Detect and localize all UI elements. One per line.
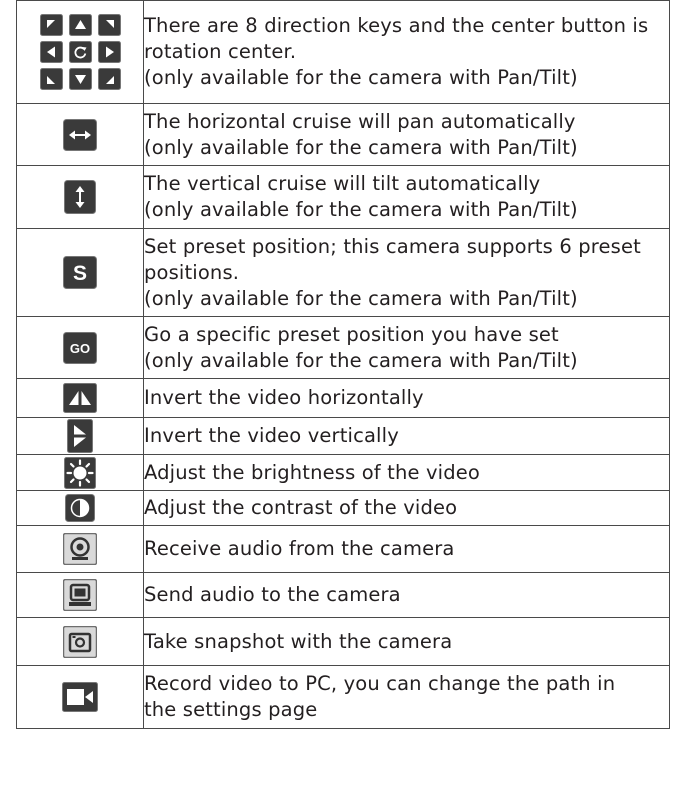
icon-cell <box>16 490 144 526</box>
description-line: rotation center. <box>144 40 297 63</box>
vertical-cruise-icon <box>64 180 96 214</box>
left-key-icon <box>39 41 63 63</box>
icon-cell: GO <box>16 316 144 379</box>
description-line: Adjust the brightness of the video <box>144 460 480 484</box>
description-cell: Invert the video vertically <box>143 417 670 455</box>
table-row: The horizontal cruise will pan automatic… <box>16 103 670 166</box>
description-cell: Receive audio from the camera <box>143 525 670 573</box>
table-row: Invert the video horizontally <box>16 378 670 418</box>
svg-text:GO: GO <box>70 341 90 356</box>
description-line: Send audio to the camera <box>144 583 401 606</box>
description-line: positions. <box>144 260 240 284</box>
description-cell: The vertical cruise will tilt automatica… <box>143 165 670 229</box>
flip-vertical-icon <box>67 419 93 453</box>
description-cell: Adjust the contrast of the video <box>143 490 670 526</box>
horizontal-cruise-icon <box>63 118 97 151</box>
icon-cell <box>16 417 144 455</box>
up-key-icon <box>68 14 92 36</box>
description-line: Record video to PC, you can change the p… <box>144 672 616 695</box>
description-line: Take snapshot with the camera <box>144 629 453 653</box>
icon-cell <box>16 617 144 666</box>
description-cell: Record video to PC, you can change the p… <box>143 665 670 729</box>
brightness-icon <box>64 456 96 489</box>
down-left-key-icon <box>39 68 63 90</box>
contrast-icon <box>65 494 95 522</box>
description-line: (only available for the camera with Pan/… <box>144 66 578 89</box>
description-line: (only available for the camera with Pan/… <box>144 348 578 372</box>
right-key-icon <box>97 41 121 63</box>
go-preset-icon: GO <box>63 331 97 364</box>
table-row: The vertical cruise will tilt automatica… <box>16 165 670 229</box>
dpad-icon <box>39 14 121 90</box>
description-cell: Go a specific preset position you have s… <box>143 316 670 379</box>
table-row: There are 8 direction keys and the cente… <box>16 0 670 104</box>
center-rotate-key-icon <box>68 41 92 63</box>
table-row: Receive audio from the camera <box>16 525 670 573</box>
description-cell: Send audio to the camera <box>143 572 670 618</box>
icon-cell <box>16 0 144 104</box>
icon-cell <box>16 103 144 166</box>
description-line: Go a specific preset position you have s… <box>144 322 559 346</box>
table-row: Record video to PC, you can change the p… <box>16 665 670 729</box>
icon-reference-table: There are 8 direction keys and the cente… <box>16 0 670 729</box>
up-left-key-icon <box>39 14 63 36</box>
description-line: Invert the video vertically <box>144 424 399 447</box>
table-row: Send audio to the camera <box>16 572 670 618</box>
set-preset-icon: S <box>63 256 97 289</box>
description-line: (only available for the camera with Pan/… <box>144 286 578 310</box>
snapshot-icon <box>63 625 97 658</box>
description-cell: Invert the video horizontally <box>143 378 670 418</box>
description-cell: Take snapshot with the camera <box>143 617 670 666</box>
description-line: The horizontal cruise will pan automatic… <box>144 109 576 133</box>
table-row: Take snapshot with the camera <box>16 617 670 666</box>
description-line: The vertical cruise will tilt automatica… <box>144 172 541 195</box>
down-right-key-icon <box>97 68 121 90</box>
table-row: GO Go a specific preset position you hav… <box>16 316 670 379</box>
description-line: There are 8 direction keys and the cente… <box>144 14 649 37</box>
icon-cell <box>16 572 144 618</box>
icon-cell: S <box>16 228 144 317</box>
description-line: (only available for the camera with Pan/… <box>144 198 578 221</box>
table-row: Adjust the contrast of the video <box>16 490 670 526</box>
down-key-icon <box>68 68 92 90</box>
description-line: Adjust the contrast of the video <box>144 496 458 519</box>
up-right-key-icon <box>97 14 121 36</box>
description-line: Set preset position; this camera support… <box>144 234 641 258</box>
description-cell: Adjust the brightness of the video <box>143 454 670 491</box>
table-row: S Set preset position; this camera suppo… <box>16 228 670 317</box>
description-line: Receive audio from the camera <box>144 537 455 560</box>
icon-cell <box>16 525 144 573</box>
icon-cell <box>16 165 144 229</box>
description-cell: There are 8 direction keys and the cente… <box>143 0 670 104</box>
description-line: the settings page <box>144 698 318 721</box>
icon-cell <box>16 454 144 491</box>
icon-cell <box>16 665 144 729</box>
description-cell: Set preset position; this camera support… <box>143 228 670 317</box>
icon-cell <box>16 378 144 418</box>
description-cell: The horizontal cruise will pan automatic… <box>143 103 670 166</box>
receive-audio-icon <box>63 533 97 565</box>
send-audio-icon <box>63 579 97 611</box>
flip-horizontal-icon <box>63 383 97 413</box>
record-video-icon <box>62 682 98 712</box>
description-line: Invert the video horizontally <box>144 386 424 409</box>
description-line: (only available for the camera with Pan/… <box>144 135 578 159</box>
table-row: Invert the video vertically <box>16 417 670 455</box>
svg-text:S: S <box>73 262 87 285</box>
table-row: Adjust the brightness of the video <box>16 454 670 491</box>
